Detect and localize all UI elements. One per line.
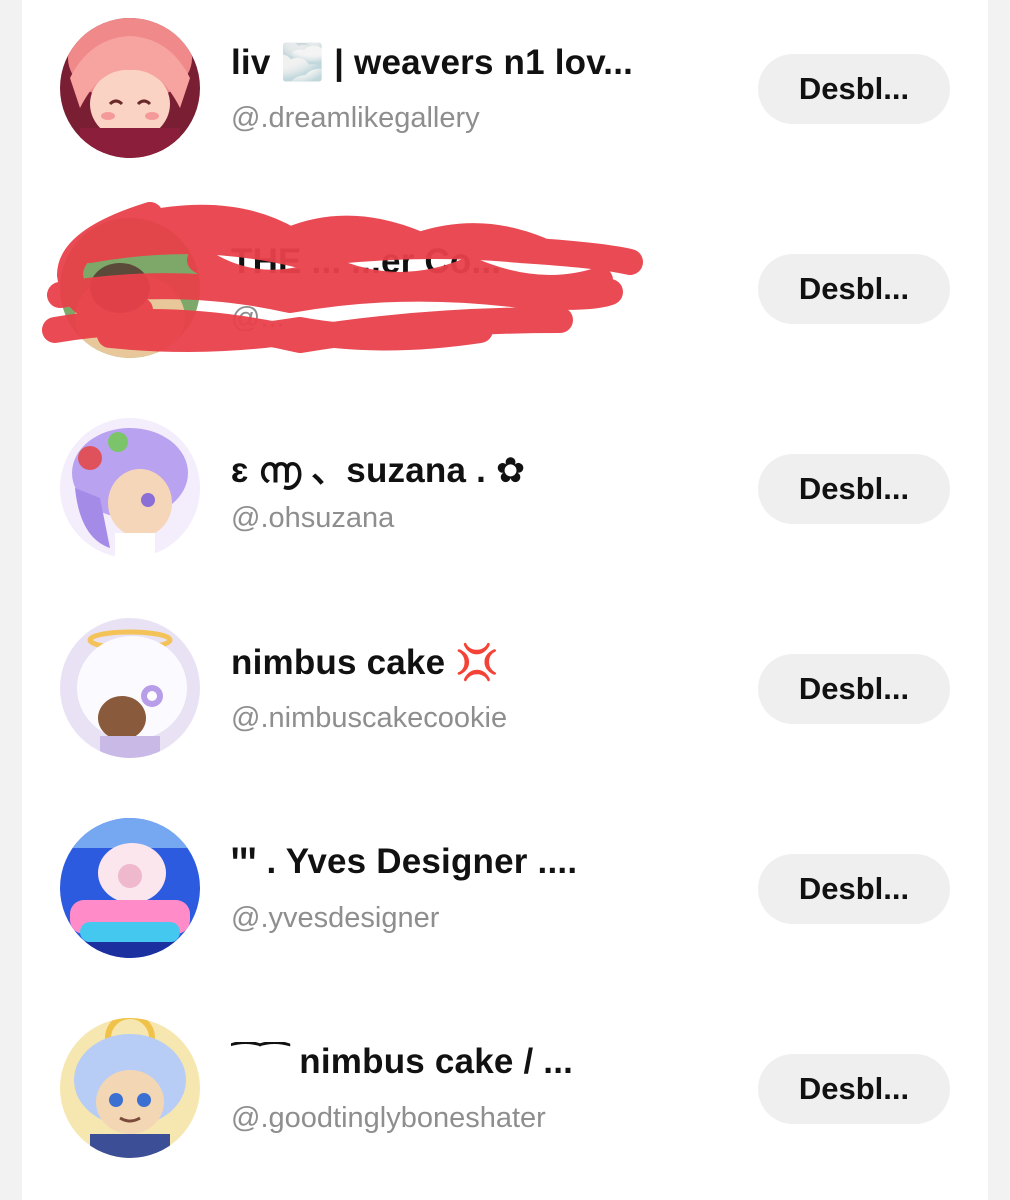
unblock-button[interactable]: Desbl... <box>758 254 950 324</box>
yves-designer-logo-avatar[interactable] <box>60 818 200 958</box>
unblock-button[interactable]: Desbl... <box>758 54 950 124</box>
username-handle: @... <box>231 302 285 334</box>
display-name: ⁀⁀ nimbus cake / ... <box>231 1042 574 1081</box>
white-haired-character-avatar[interactable] <box>60 618 200 758</box>
unblock-button[interactable]: Desbl... <box>758 1054 950 1124</box>
display-name: nimbus cake 💢 <box>231 643 499 682</box>
list-item: ꞌꞌꞌ . Yves Designer .... @.yvesdesigner … <box>22 800 988 1000</box>
list-item: liv 🌫️ | weavers n1 lov... @.dreamlikega… <box>22 0 988 200</box>
unblock-button[interactable]: Desbl... <box>758 654 950 724</box>
username-handle: @.dreamlikegallery <box>231 102 480 134</box>
list-item: ɛ ൬ 、suzana . ✿ @.ohsuzana Desbl... <box>22 400 988 600</box>
blocked-accounts-list: liv 🌫️ | weavers n1 lov... @.dreamlikega… <box>22 0 988 1200</box>
lavender-haired-character-avatar[interactable] <box>60 418 200 558</box>
display-name: liv 🌫️ | weavers n1 lov... <box>231 43 634 82</box>
redacted-avatar[interactable] <box>60 218 200 358</box>
unblock-button[interactable]: Desbl... <box>758 854 950 924</box>
list-item: ⁀⁀ nimbus cake / ... @.goodtinglybonesha… <box>22 1000 988 1200</box>
pink-haired-character-avatar[interactable] <box>60 18 200 158</box>
display-name: THE ... ...er Co... <box>231 242 502 281</box>
username-handle: @.ohsuzana <box>231 502 395 534</box>
display-name: ꞌꞌꞌ . Yves Designer .... <box>231 842 578 881</box>
username-handle: @.nimbuscakecookie <box>231 702 508 734</box>
list-item: THE ... ...er Co... @... Desbl... <box>22 200 988 400</box>
unblock-button[interactable]: Desbl... <box>758 454 950 524</box>
username-handle: @.yvesdesigner <box>231 902 440 934</box>
username-handle: @.goodtinglyboneshater <box>231 1102 546 1134</box>
display-name: ɛ ൬ 、suzana . ✿ <box>231 451 526 490</box>
blue-haired-character-avatar[interactable] <box>60 1018 200 1158</box>
list-item: nimbus cake 💢 @.nimbuscakecookie Desbl..… <box>22 600 988 800</box>
